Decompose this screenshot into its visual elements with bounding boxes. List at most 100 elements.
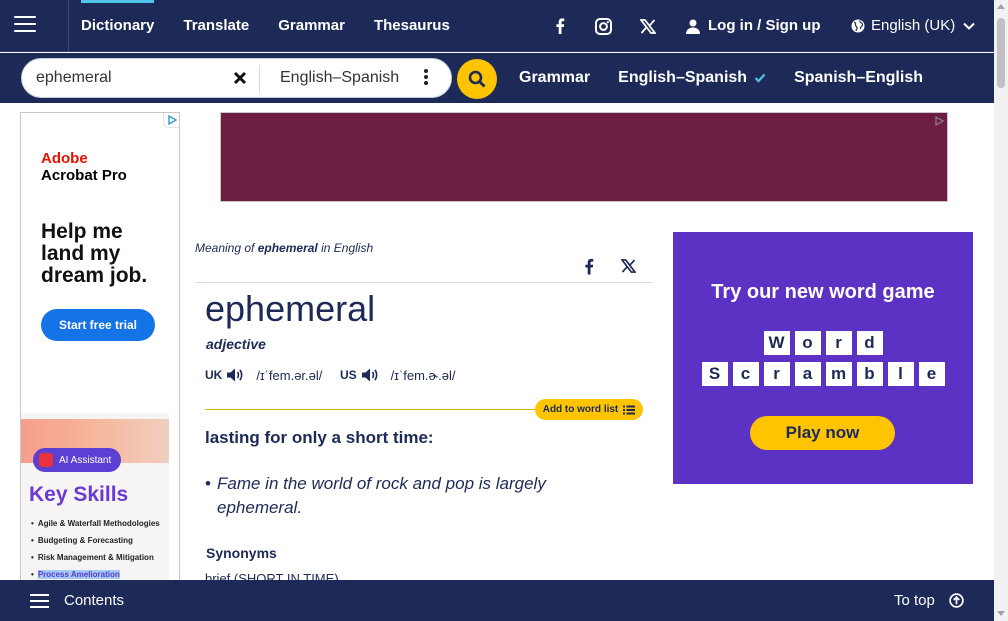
letter-tile: l: [887, 362, 914, 386]
key-skills-title: Key Skills: [29, 483, 129, 506]
scroll-up-arrow-icon[interactable]: [997, 4, 1005, 9]
skill-item: Agile & Waterfall Methodologies: [31, 519, 169, 536]
add-to-word-list-label: Add to word list: [542, 404, 619, 415]
search-bar: English–Spanish Grammar English–Spanish …: [0, 53, 994, 103]
search-icon: [468, 70, 486, 88]
definition: lasting for only a short time:: [205, 428, 434, 447]
nav-translate[interactable]: Translate: [183, 0, 249, 52]
sublink-spanish-english-label: Spanish–English: [794, 69, 923, 86]
search-button[interactable]: [457, 59, 497, 99]
synonyms-heading: Synonyms: [206, 545, 277, 561]
ad-product: Acrobat Pro: [41, 167, 127, 184]
letter-tile: o: [794, 331, 821, 355]
top-nav: Dictionary Translate Grammar Thesaurus L…: [0, 0, 994, 52]
skill-item: Risk Management & Mitigation: [31, 553, 169, 570]
hamburger-icon[interactable]: [14, 16, 36, 34]
meaning-line: Meaning of ephemeral in English: [195, 241, 373, 255]
scrollbar[interactable]: [994, 0, 1008, 621]
letter-tile: m: [825, 362, 852, 386]
letter-tile: b: [856, 362, 883, 386]
scroll-down-arrow-icon[interactable]: [997, 611, 1005, 616]
instagram-icon[interactable]: [591, 14, 615, 38]
login-link[interactable]: Log in / Sign up: [686, 0, 820, 52]
contents-button[interactable]: Contents: [30, 580, 124, 621]
tile-row-word: W o r d: [673, 331, 973, 355]
login-label: Log in / Sign up: [708, 17, 821, 34]
pronunciation-uk: UK /ɪˈfem.ər.əl/: [205, 366, 322, 384]
ad-cta-button[interactable]: Start free trial: [41, 309, 155, 341]
nav-thesaurus[interactable]: Thesaurus: [374, 0, 450, 52]
headword: ephemeral: [205, 288, 376, 329]
x-icon[interactable]: [636, 14, 660, 38]
facebook-icon[interactable]: [548, 14, 572, 38]
letter-tile: S: [701, 362, 728, 386]
pronunciation-us: US /ɪˈfem.ɚ.əl/: [340, 366, 455, 384]
search-input[interactable]: [36, 59, 226, 97]
page: Dictionary Translate Grammar Thesaurus L…: [0, 0, 1008, 621]
share-x-icon[interactable]: [620, 259, 637, 278]
add-to-word-list-button[interactable]: Add to word list: [535, 399, 643, 420]
sublink-english-spanish-label: English–Spanish: [618, 69, 748, 86]
play-now-button[interactable]: Play now: [750, 416, 895, 450]
nav-links: Dictionary Translate Grammar Thesaurus: [81, 0, 479, 52]
arrow-up-circle-icon: [949, 593, 964, 608]
speaker-icon[interactable]: [226, 367, 244, 383]
key-skills-list: Agile & Waterfall Methodologies Budgetin…: [31, 519, 169, 581]
banner-ad[interactable]: [220, 112, 948, 202]
meaning-suffix: in English: [321, 241, 374, 255]
list-icon: [623, 405, 636, 414]
contents-label: Contents: [64, 592, 125, 609]
left-ad[interactable]: Adobe Acrobat Pro Help me land my dream …: [20, 112, 180, 582]
letter-tile: c: [732, 362, 759, 386]
letter-tile: W: [763, 331, 790, 355]
nav-divider: [68, 0, 69, 52]
sublink-grammar-label: Grammar: [519, 69, 591, 86]
bottom-bar: Contents To top: [0, 580, 994, 621]
to-top-button[interactable]: To top: [894, 580, 964, 621]
to-top-label: To top: [894, 592, 935, 609]
letter-tile: d: [856, 331, 883, 355]
clear-icon[interactable]: [232, 70, 248, 86]
sub-links: Grammar English–Spanish Spanish–English: [519, 53, 951, 103]
ipa-uk: /ɪˈfem.ər.əl/: [256, 367, 323, 383]
dictionary-selector[interactable]: English–Spanish: [280, 59, 399, 97]
share-facebook-icon[interactable]: [584, 258, 594, 280]
part-of-speech: adjective: [206, 336, 266, 352]
user-icon: [686, 19, 700, 34]
skill-item: Budgeting & Forecasting: [31, 536, 169, 553]
adchoices-icon[interactable]: [163, 113, 179, 128]
skill-item-label: Process Amelioration: [37, 570, 120, 579]
globe-icon: [851, 19, 865, 33]
region-us-label: US: [340, 368, 357, 382]
letter-tile: r: [763, 362, 790, 386]
meaning-word: ephemeral: [257, 241, 318, 255]
nav-dictionary[interactable]: Dictionary: [81, 0, 155, 52]
adchoices-icon[interactable]: [931, 113, 947, 128]
sense-divider: [205, 409, 545, 410]
search-box: English–Spanish: [21, 58, 452, 98]
ad-brand: Adobe: [41, 150, 88, 167]
letter-tile: e: [918, 362, 945, 386]
nav-grammar[interactable]: Grammar: [278, 0, 345, 52]
menu-icon: [30, 590, 49, 612]
language-selector[interactable]: English (UK): [851, 0, 983, 52]
search-divider: [259, 65, 260, 93]
word-game-ad[interactable]: Try our new word game W o r d S c r a m …: [673, 232, 973, 484]
meaning-prefix: Meaning of: [195, 241, 255, 255]
ad-resume-preview: AI Assistant Key Skills Agile & Waterfal…: [21, 413, 169, 581]
sublink-grammar[interactable]: Grammar: [519, 69, 590, 87]
scrollbar-thumb[interactable]: [997, 18, 1005, 88]
chevron-down-icon: [963, 22, 975, 30]
sublink-spanish-english[interactable]: Spanish–English: [794, 69, 923, 87]
speaker-icon[interactable]: [361, 367, 379, 383]
divider: [195, 282, 653, 283]
example-sentence: Fame in the world of rock and pop is lar…: [205, 472, 565, 520]
checkmark-icon: [754, 73, 766, 83]
language-label: English (UK): [871, 17, 956, 34]
ipa-us: /ɪˈfem.ɚ.əl/: [390, 367, 456, 383]
tile-row-scramble: S c r a m b l e: [673, 362, 973, 386]
more-vertical-icon[interactable]: [422, 69, 430, 87]
game-ad-title: Try our new word game: [711, 281, 935, 303]
ai-assistant-icon: [39, 453, 53, 467]
sublink-english-spanish[interactable]: English–Spanish: [618, 69, 766, 87]
